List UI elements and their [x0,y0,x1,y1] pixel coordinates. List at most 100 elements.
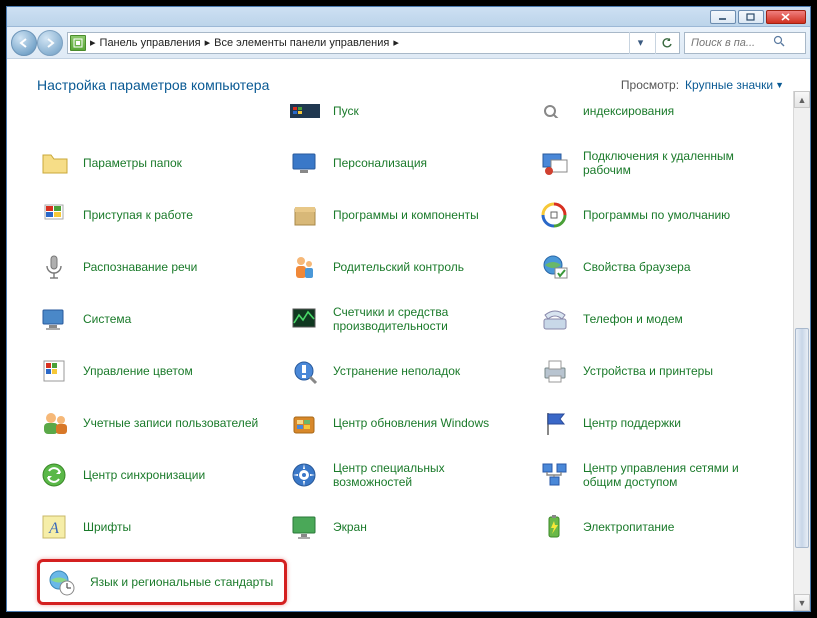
screen-icon [287,509,323,545]
power-icon [537,509,573,545]
cp-item-color[interactable]: Управление цветом [37,351,287,391]
item-label: Пуск [333,104,359,118]
address-bar[interactable]: ▸ Панель управления ▸ Все элементы панел… [67,32,680,54]
start-icon [287,93,323,129]
cp-item-mic[interactable]: Распознавание речи [37,247,287,287]
cp-item[interactable]: индексирования [537,91,787,131]
cp-item-family[interactable]: Родительский контроль [287,247,537,287]
search-icon [773,35,785,50]
item-label: Центр обновления Windows [333,416,489,430]
item-label: Центр управления сетями и общим доступом [583,461,773,490]
titlebar [7,7,810,27]
item-label: Система [83,312,131,326]
breadcrumb-sep: ▸ [393,36,399,49]
chevron-down-icon: ▼ [775,80,784,90]
remote-icon [537,145,573,181]
vertical-scrollbar[interactable]: ▲ ▼ [793,91,810,611]
cp-item-region[interactable]: Язык и региональные стандарты [37,559,287,605]
cp-item-defaults[interactable]: Программы по умолчанию [537,195,787,235]
close-button[interactable] [766,10,806,24]
cp-item-printer[interactable]: Устройства и принтеры [537,351,787,391]
color-icon [37,353,73,389]
breadcrumb-sep: ▸ [90,36,96,49]
cp-item-trouble[interactable]: Устранение неполадок [287,351,537,391]
item-label: Электропитание [583,520,674,534]
cp-item[interactable]: Пуск [287,91,537,131]
family-icon [287,249,323,285]
system-icon [37,301,73,337]
cp-item-perf[interactable]: Счетчики и средства производительности [287,299,537,339]
cp-item-flag[interactable]: Приступая к работе [37,195,287,235]
cp-item-update[interactable]: Центр обновления Windows [287,403,537,443]
trouble-icon [287,353,323,389]
maximize-button[interactable] [738,10,764,24]
desktop-icon [287,145,323,181]
item-label: Язык и региональные стандарты [90,575,273,589]
item-label: Учетные записи пользователей [83,416,258,430]
item-label: Экран [333,520,367,534]
cp-item-power[interactable]: Электропитание [537,507,787,547]
sync-icon [37,457,73,493]
cp-item-users[interactable]: Учетные записи пользователей [37,403,287,443]
cp-item-globe-check[interactable]: Свойства браузера [537,247,787,287]
item-label: Центр специальных возможностей [333,461,523,490]
item-label: Устранение неполадок [333,364,460,378]
cp-item-screen[interactable]: Экран [287,507,537,547]
cp-item-phone[interactable]: Телефон и модем [537,299,787,339]
cp-item-ease[interactable]: Центр специальных возможностей [287,455,537,495]
cp-item-desktop[interactable]: Персонализация [287,143,537,183]
cp-item-sync[interactable]: Центр синхронизации [37,455,287,495]
item-label: Центр поддержки [583,416,681,430]
items-panel: Пуск индексирования Параметры папокПерсона… [7,91,793,611]
item-label: Распознавание речи [83,260,197,274]
globe-check-icon [537,249,573,285]
breadcrumb-level2[interactable]: Все элементы панели управления [214,37,389,49]
address-row: ▸ Панель управления ▸ Все элементы панел… [7,27,810,59]
cp-item-remote[interactable]: Подключения к удаленным рабочим [537,143,787,183]
perf-icon [287,301,323,337]
scroll-down-button[interactable]: ▼ [794,594,810,611]
nav-forward-button[interactable] [37,30,63,56]
scroll-up-button[interactable]: ▲ [794,91,810,108]
users-icon [37,405,73,441]
nav-buttons [11,30,63,56]
cp-item-font[interactable]: A Шрифты [37,507,287,547]
mic-icon [37,249,73,285]
item-label: Устройства и принтеры [583,364,713,378]
region-icon [44,564,80,600]
view-mode-dropdown[interactable]: Крупные значки ▼ [685,78,784,92]
folder-icon [37,145,73,181]
update-icon [287,405,323,441]
refresh-button[interactable] [655,32,677,54]
cp-item-folder[interactable]: Параметры папок [37,143,287,183]
defaults-icon [537,197,573,233]
breadcrumb-sep: ▸ [205,36,211,49]
address-dropdown-button[interactable]: ▾ [629,32,651,54]
indexing-icon [537,93,573,129]
window: ▸ Панель управления ▸ Все элементы панел… [6,6,811,612]
box-icon [287,197,323,233]
view-label: Просмотр: [621,78,679,92]
flag-icon [37,197,73,233]
breadcrumb-level1[interactable]: Панель управления [100,37,201,49]
minimize-button[interactable] [710,10,736,24]
item-label: Телефон и модем [583,312,683,326]
item-label: Родительский контроль [333,260,464,274]
svg-text:A: A [48,520,59,537]
nav-back-button[interactable] [11,30,37,56]
item-label: Подключения к удаленным рабочим [583,149,773,178]
cp-item-network[interactable]: Центр управления сетями и общим доступом [537,455,787,495]
scroll-thumb[interactable] [795,328,809,548]
scroll-track[interactable] [794,108,810,594]
content-area: Пуск индексирования Параметры папокПерсона… [7,91,810,611]
search-input[interactable] [689,36,769,50]
item-label: Программы по умолчанию [583,208,730,222]
item-label: Программы и компоненты [333,208,479,222]
cp-item-system[interactable]: Система [37,299,287,339]
cp-item-box[interactable]: Программы и компоненты [287,195,537,235]
ease-icon [287,457,323,493]
search-box[interactable] [684,32,806,54]
cp-item-action-flag[interactable]: Центр поддержки [537,403,787,443]
item-label: Шрифты [83,520,131,534]
item-label: индексирования [583,104,674,118]
